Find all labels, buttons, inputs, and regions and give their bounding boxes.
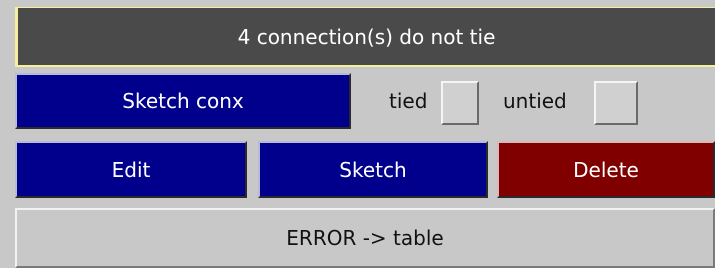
delete-label: Delete <box>573 157 639 182</box>
tied-label: tied <box>389 89 428 113</box>
sketch-label: Sketch <box>339 157 407 182</box>
sketch-button[interactable]: Sketch <box>258 141 488 198</box>
edit-label: Edit <box>111 157 151 182</box>
delete-button[interactable]: Delete <box>497 141 715 198</box>
untied-checkbox[interactable] <box>594 81 638 125</box>
error-table-button[interactable]: ERROR -> table <box>15 208 715 268</box>
tied-checkbox[interactable] <box>441 81 479 125</box>
untied-label: untied <box>503 89 567 113</box>
edit-button[interactable]: Edit <box>15 141 247 198</box>
status-message: 4 connection(s) do not tie <box>237 24 496 49</box>
status-header: 4 connection(s) do not tie <box>15 7 715 67</box>
sketch-conx-button[interactable]: Sketch conx <box>15 73 351 129</box>
error-table-label: ERROR -> table <box>286 226 444 250</box>
sketch-conx-label: Sketch conx <box>122 89 244 113</box>
